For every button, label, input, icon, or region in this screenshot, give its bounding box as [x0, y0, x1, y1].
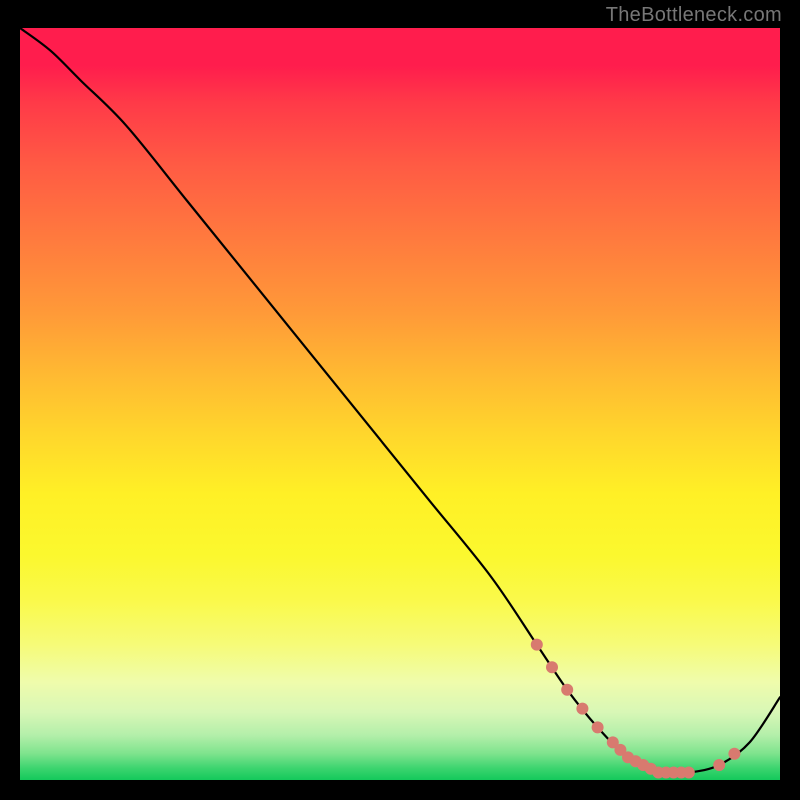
bottleneck-curve-path: [20, 28, 780, 774]
highlight-dot: [561, 684, 573, 696]
highlight-dot: [546, 661, 558, 673]
watermark-text: TheBottleneck.com: [606, 4, 782, 27]
curve-layer: [20, 28, 780, 780]
highlight-dot: [592, 721, 604, 733]
highlight-dot: [728, 748, 740, 760]
highlight-dot: [576, 703, 588, 715]
highlight-dot: [683, 767, 695, 779]
highlight-dots-group: [531, 639, 741, 779]
highlight-dot: [713, 759, 725, 771]
chart-stage: TheBottleneck.com: [0, 0, 800, 800]
highlight-dot: [531, 639, 543, 651]
plot-area: [20, 28, 780, 780]
